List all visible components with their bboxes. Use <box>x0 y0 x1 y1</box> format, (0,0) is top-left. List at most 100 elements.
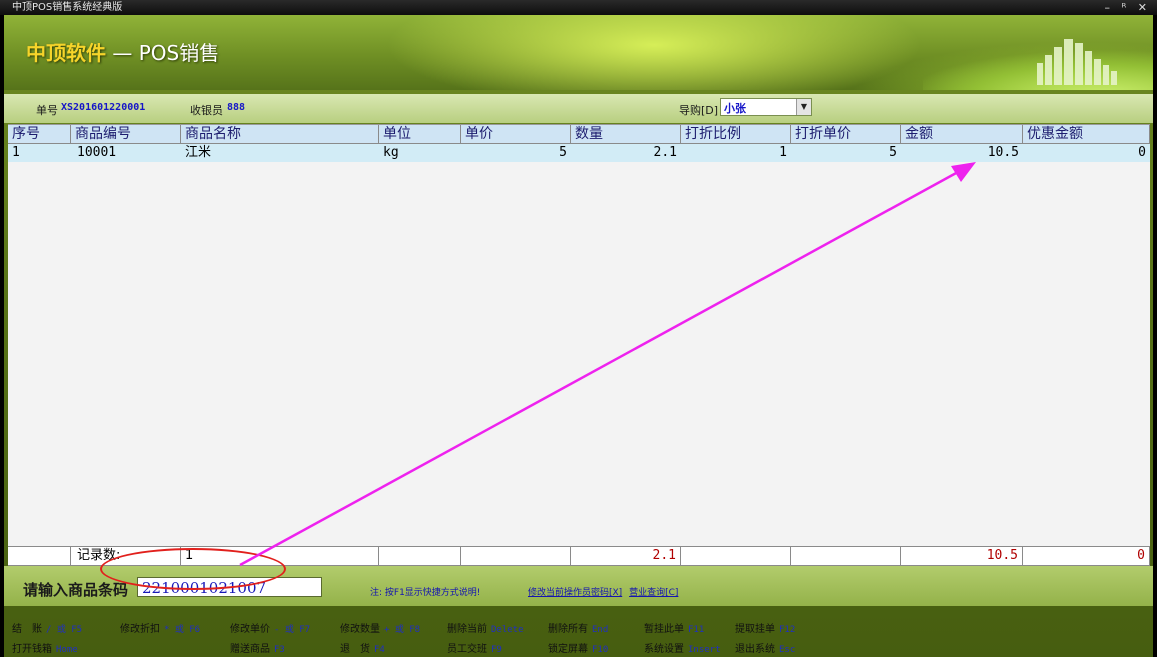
hotkey-label: 赠送商品 <box>230 644 270 655</box>
col-header-seq[interactable]: 序号 <box>8 125 71 143</box>
col-header-qty[interactable]: 数量 <box>571 125 681 143</box>
hotkey-label: 修改数量 <box>340 624 380 635</box>
total-discount: 0 <box>1023 547 1150 565</box>
order-number-value: XS201601220001 <box>61 102 146 113</box>
total-qty: 2.1 <box>571 547 681 565</box>
hotkey-key: F9 <box>491 645 502 655</box>
hotkey-label: 退出系统 <box>735 644 775 655</box>
hotkey-key: Insert <box>688 645 721 655</box>
company-name: 中顶软件 <box>26 41 106 65</box>
grid-header-row: 序号 商品编号 商品名称 单位 单价 数量 打折比例 打折单价 金额 优惠金额 <box>8 125 1150 144</box>
total-amount: 10.5 <box>901 547 1023 565</box>
hotkey-key: F10 <box>592 645 609 655</box>
quick-links: 修改当前操作员密码[X] 营业查询[C] <box>528 585 682 598</box>
hotkey-edit-price[interactable]: 修改单价 - 或 F7 <box>230 620 310 635</box>
table-row[interactable]: 1 10001 江米 kg 5 2.1 1 5 10.5 0 <box>8 144 1150 162</box>
cell-qty: 2.1 <box>653 145 677 160</box>
totals-empty-rate <box>681 547 791 565</box>
hotkey-label: 暂挂此单 <box>644 624 684 635</box>
hotkey-checkout[interactable]: 结 账 / 或 F5 <box>12 620 82 635</box>
hotkey-return[interactable]: 退 货 F4 <box>340 640 385 655</box>
hotkey-key: F12 <box>779 625 796 635</box>
col-header-amount[interactable]: 金额 <box>901 125 1023 143</box>
col-header-name[interactable]: 商品名称 <box>181 125 379 143</box>
cell-unit: kg <box>383 145 399 160</box>
shortcut-hint: 注: 按F1显示快捷方式说明! <box>370 588 481 598</box>
cell-promo-amount: 0 <box>1138 145 1146 160</box>
cashier-label: 收银员 <box>190 104 223 117</box>
app-brand: 中顶软件 — POS销售 <box>26 37 219 66</box>
hotkey-key: Delete <box>491 625 524 635</box>
hotkey-key: F3 <box>274 645 285 655</box>
cell-discount-rate: 1 <box>779 145 787 160</box>
hotkey-retrieve-order[interactable]: 提取挂单 F12 <box>735 620 795 635</box>
guide-select-value: 小张 <box>724 102 746 115</box>
module-name: POS销售 <box>138 41 220 65</box>
cell-code: 10001 <box>77 145 117 160</box>
col-header-unit[interactable]: 单位 <box>379 125 461 143</box>
totals-spacer <box>8 547 71 565</box>
brand-separator: — <box>106 41 139 65</box>
annotation-ring <box>100 548 286 590</box>
col-header-discount-price[interactable]: 打折单价 <box>791 125 901 143</box>
hotkey-key: F4 <box>374 645 385 655</box>
hotkey-open-drawer[interactable]: 打开钱箱 Home <box>12 640 78 655</box>
hotkey-key: Esc <box>779 645 796 655</box>
hotkey-label: 修改单价 <box>230 624 270 635</box>
cell-amount: 10.5 <box>987 145 1019 160</box>
hotkey-label: 提取挂单 <box>735 624 775 635</box>
cell-seq: 1 <box>12 145 20 160</box>
guide-select[interactable]: 小张 ▼ <box>720 98 812 116</box>
col-header-code[interactable]: 商品编号 <box>71 125 181 143</box>
hotkey-delete-all[interactable]: 删除所有 End <box>548 620 608 635</box>
sales-grid[interactable]: 序号 商品编号 商品名称 单位 单价 数量 打折比例 打折单价 金额 优惠金额 … <box>8 124 1150 563</box>
chevron-down-icon[interactable]: ▼ <box>796 99 811 115</box>
hotkey-exit[interactable]: 退出系统 Esc <box>735 640 795 655</box>
hotkey-label: 删除所有 <box>548 624 588 635</box>
header-banner: 中顶软件 — POS销售 <box>4 15 1153 90</box>
hotkey-system-settings[interactable]: 系统设置 Insert <box>644 640 721 655</box>
col-header-price[interactable]: 单价 <box>461 125 571 143</box>
col-header-promo-amount[interactable]: 优惠金额 <box>1023 125 1150 143</box>
order-number-label: 单号 <box>36 104 58 117</box>
skyline-graphic <box>1037 39 1117 85</box>
window-controls[interactable]: – ᴿ ✕ <box>1104 0 1151 15</box>
hotkey-panel: 结 账 / 或 F5 修改折扣 * 或 F6 修改单价 - 或 F7 修改数量 + 或 … <box>4 611 1153 657</box>
hotkey-label: 打开钱箱 <box>12 644 52 655</box>
totals-empty-unit <box>379 547 461 565</box>
hotkey-hold-order[interactable]: 暂挂此单 F11 <box>644 620 704 635</box>
hotkey-label: 退 货 <box>340 644 370 655</box>
window-title: 中顶POS销售系统经典版 <box>12 2 123 13</box>
cell-name: 江米 <box>185 145 212 160</box>
hotkey-shift-change[interactable]: 员工交班 F9 <box>447 640 502 655</box>
hotkey-edit-qty[interactable]: 修改数量 + 或 F8 <box>340 620 420 635</box>
hotkey-label: 结 账 <box>12 624 42 635</box>
cell-price: 5 <box>559 145 567 160</box>
hotkey-label: 修改折扣 <box>120 624 160 635</box>
totals-empty-dprice <box>791 547 901 565</box>
hotkey-key: End <box>592 625 609 635</box>
hotkey-key: / 或 F5 <box>46 625 83 635</box>
hotkey-lock-screen[interactable]: 锁定屏幕 F10 <box>548 640 608 655</box>
hotkey-label: 锁定屏幕 <box>548 644 588 655</box>
guide-label: 导购[D] <box>679 104 719 117</box>
hotkey-key: * 或 F6 <box>164 625 201 635</box>
cell-discount-price: 5 <box>889 145 897 160</box>
order-info-bar: 单号 XS201601220001 收银员 888 导购[D] 小张 ▼ <box>4 94 1153 123</box>
totals-empty-price <box>461 547 571 565</box>
hotkey-key: Home <box>56 645 78 655</box>
hotkey-delete-current[interactable]: 删除当前 Delete <box>447 620 524 635</box>
hotkey-edit-discount[interactable]: 修改折扣 * 或 F6 <box>120 620 200 635</box>
hotkey-key: F11 <box>688 625 705 635</box>
hotkey-key: - 或 F7 <box>274 625 311 635</box>
business-query-link[interactable]: 营业查询[C] <box>629 588 678 598</box>
hotkey-label: 员工交班 <box>447 644 487 655</box>
barcode-label: 请输入商品条码 <box>23 581 129 599</box>
hotkey-key: + 或 F8 <box>384 625 421 635</box>
hotkey-label: 系统设置 <box>644 644 684 655</box>
hotkey-gift-item[interactable]: 赠送商品 F3 <box>230 640 285 655</box>
col-header-discount-rate[interactable]: 打折比例 <box>681 125 791 143</box>
cashier-value: 888 <box>227 102 246 113</box>
change-password-link[interactable]: 修改当前操作员密码[X] <box>528 588 622 598</box>
window-titlebar: 中顶POS销售系统经典版 – ᴿ ✕ <box>0 0 1157 15</box>
